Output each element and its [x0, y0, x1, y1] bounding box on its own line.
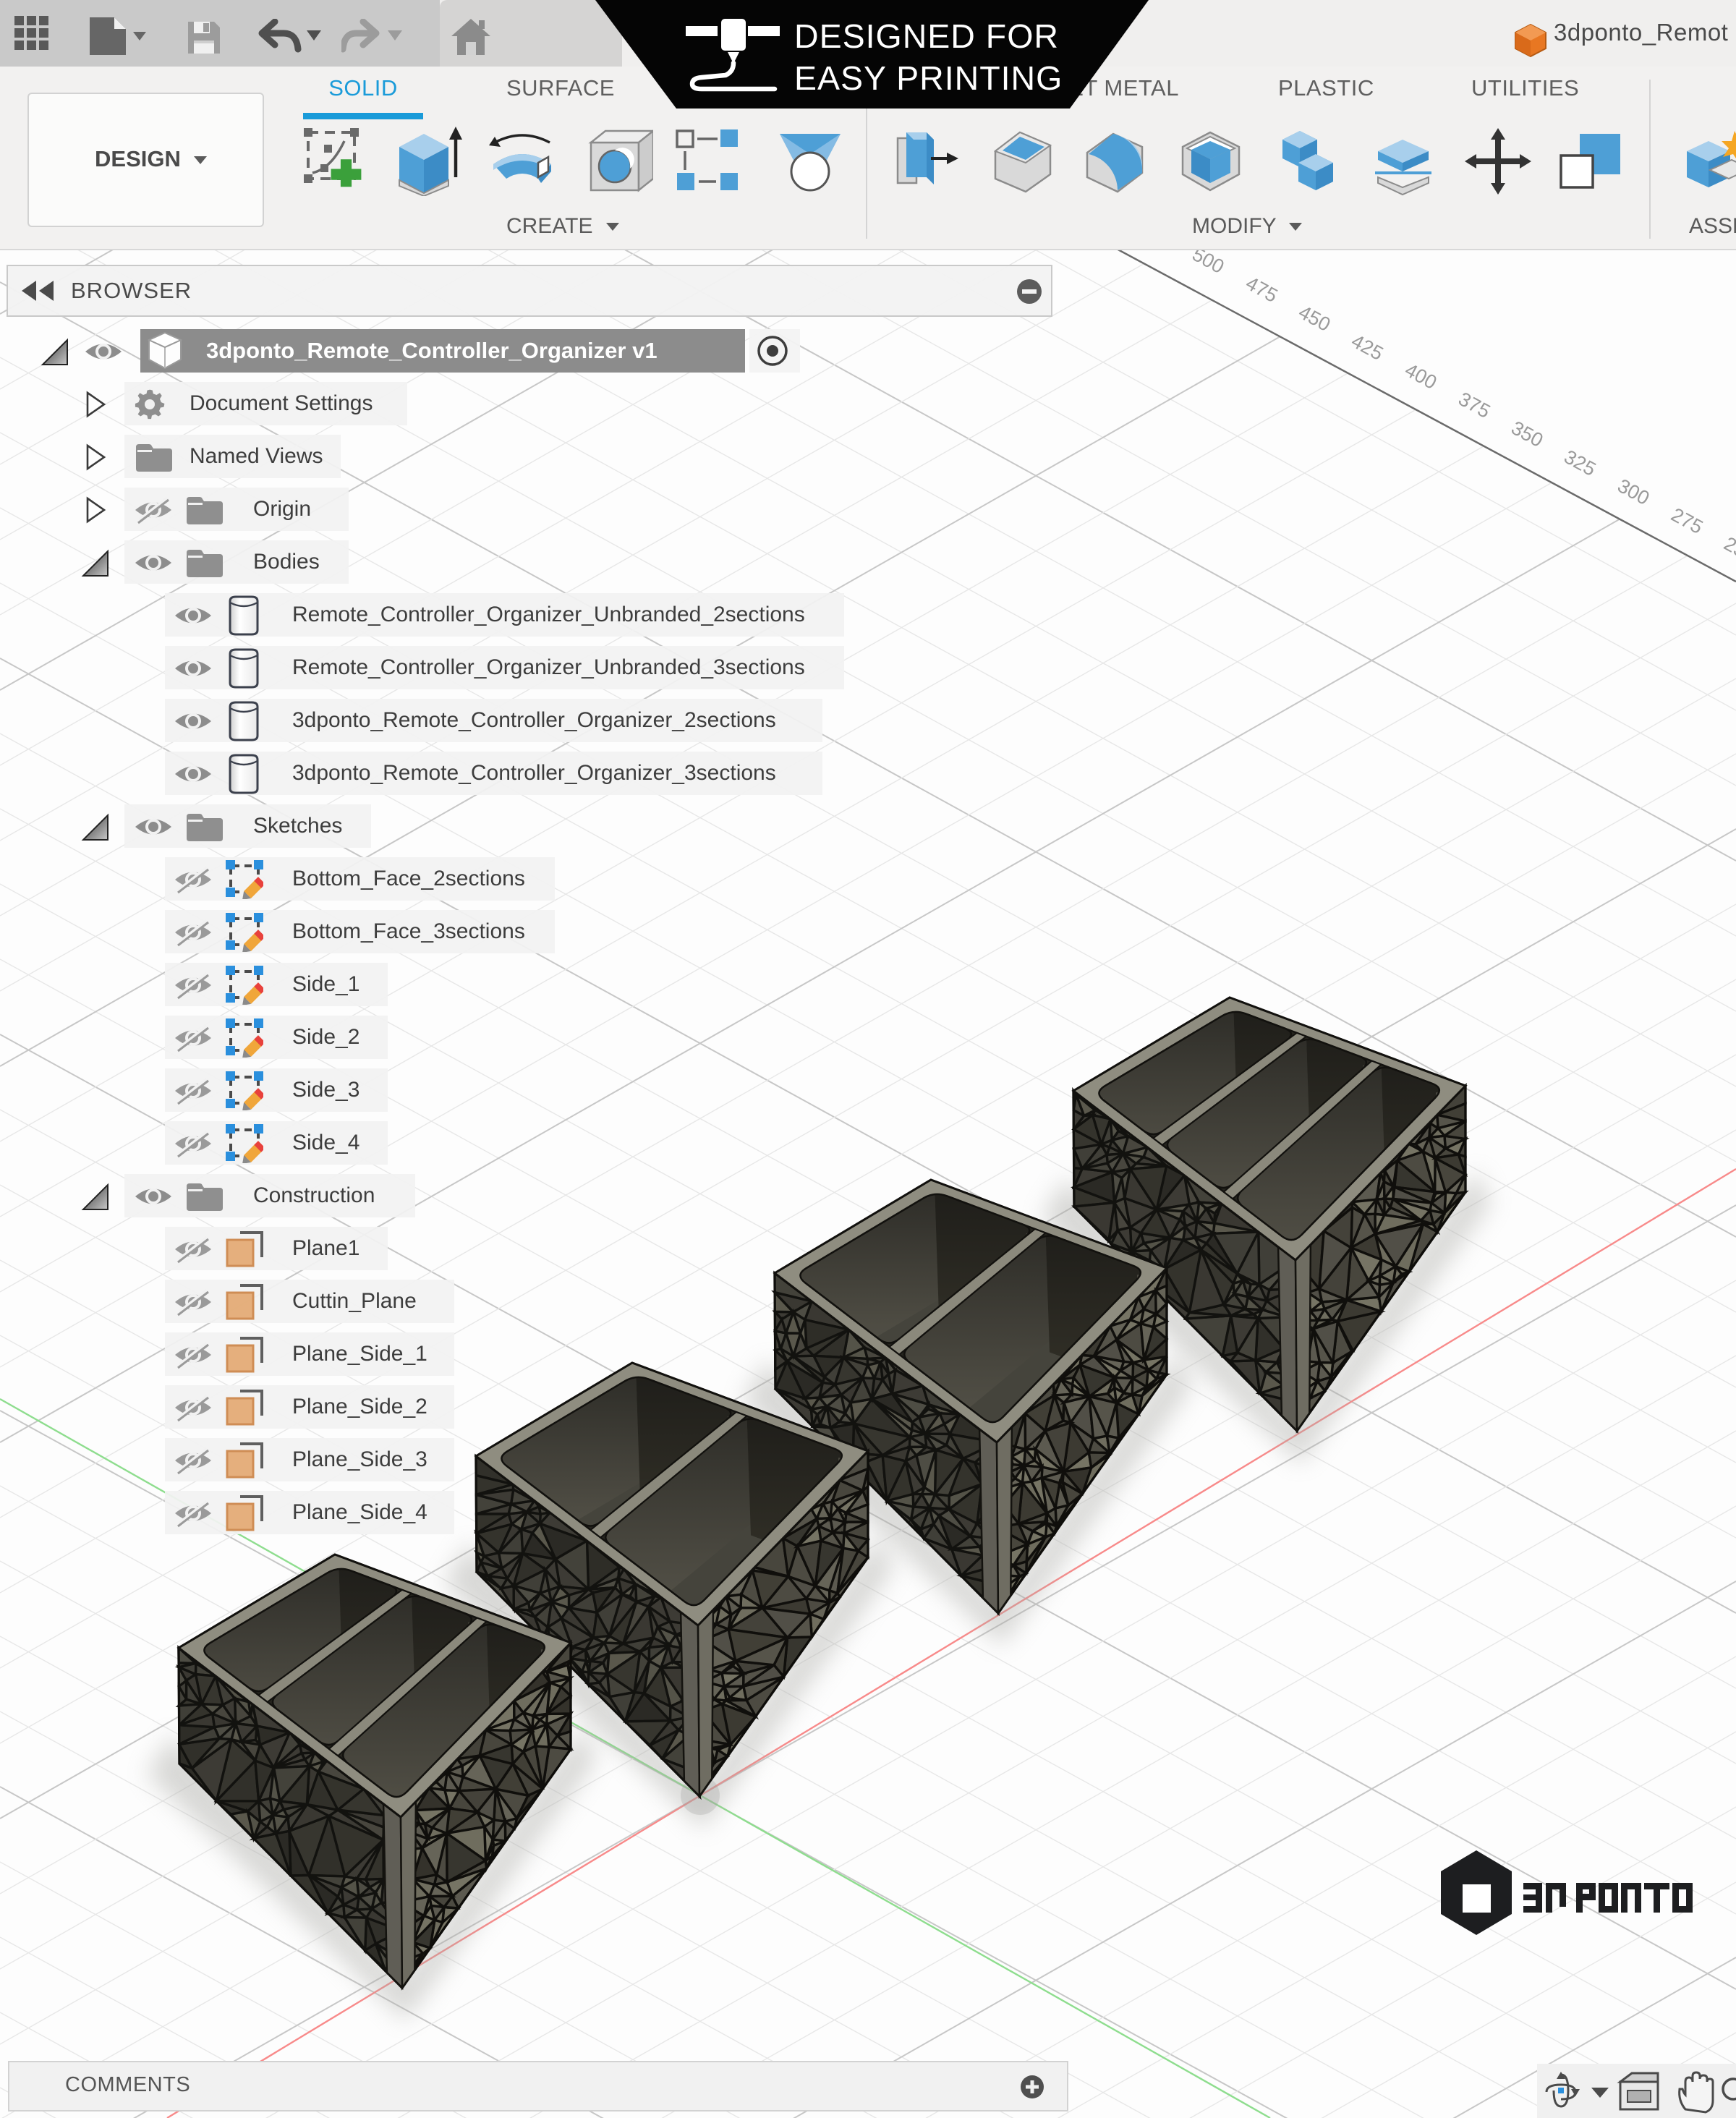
svg-text:300: 300 [1614, 475, 1653, 509]
svg-text:325: 325 [1560, 446, 1599, 480]
svg-text:425: 425 [1348, 330, 1387, 365]
svg-text:275: 275 [1667, 503, 1706, 538]
svg-text:375: 375 [1455, 388, 1494, 422]
svg-text:450: 450 [1295, 301, 1334, 336]
svg-text:EASY PRINTING: EASY PRINTING [794, 59, 1063, 97]
svg-text:475: 475 [1242, 272, 1281, 307]
svg-text:400: 400 [1401, 359, 1440, 394]
svg-text:250: 250 [1720, 532, 1736, 567]
svg-text:DESIGNED FOR: DESIGNED FOR [794, 17, 1059, 55]
svg-text:350: 350 [1507, 417, 1546, 451]
